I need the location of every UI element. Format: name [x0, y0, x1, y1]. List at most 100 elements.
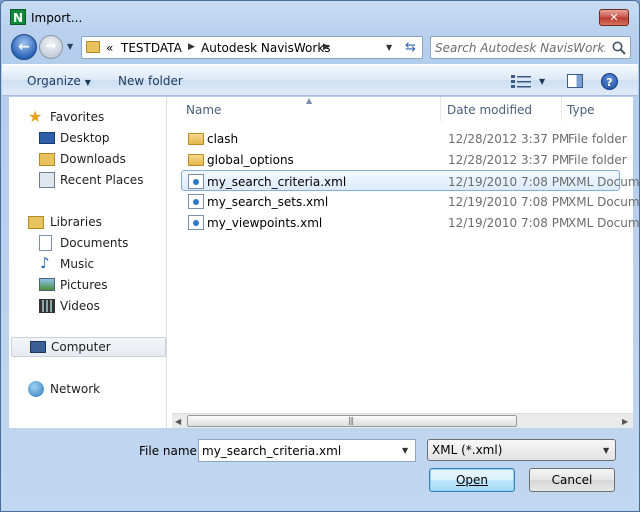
file-type: File folder	[568, 132, 627, 146]
file-date: 12/19/2010 7:08 PM	[448, 195, 570, 209]
sidebar-item-label: Libraries	[50, 215, 102, 229]
scrollbar-thumb[interactable]: |||	[187, 415, 517, 427]
sidebar-item-label: Recent Places	[60, 173, 144, 187]
file-name-dropdown-icon[interactable]: ▼	[402, 446, 408, 455]
change-view-icon[interactable]	[511, 74, 535, 88]
cancel-button[interactable]: Cancel	[529, 468, 615, 492]
help-icon[interactable]: ?	[601, 73, 618, 90]
column-header-label: Date modified	[447, 103, 533, 117]
command-toolbar: Organize ▼ New folder ▼ ?	[2, 64, 638, 96]
star-icon: ★	[28, 107, 43, 126]
breadcrumb-overflow[interactable]: «	[106, 41, 113, 55]
xml-file-icon	[188, 194, 204, 209]
open-button[interactable]: Open	[429, 468, 515, 492]
recent-pages-dropdown-icon[interactable]: ▼	[67, 42, 73, 51]
sidebar-item-favorites[interactable]: ★ Favorites	[9, 107, 166, 127]
chevron-down-icon: ▼	[603, 446, 610, 455]
column-header-label: Type	[567, 103, 595, 117]
sidebar-item-network[interactable]: Network	[9, 379, 166, 399]
scroll-left-icon[interactable]: ◀	[175, 417, 181, 426]
file-name: clash	[207, 132, 239, 146]
import-dialog: N Import... ✕ ← → ▼ « TESTDATA ▶ Autodes…	[0, 0, 640, 512]
file-row-my-search-sets[interactable]: my_search_sets.xml 12/19/2010 7:08 PM XM…	[182, 191, 640, 212]
views-dropdown-icon[interactable]: ▼	[539, 77, 545, 86]
file-row-my-viewpoints[interactable]: my_viewpoints.xml 12/19/2010 7:08 PM XML…	[182, 212, 640, 233]
refresh-button[interactable]: ⇆	[399, 36, 423, 59]
horizontal-scrollbar[interactable]: ◀ ||| ▶	[172, 413, 633, 428]
sidebar-item-downloads[interactable]: Downloads	[9, 149, 166, 169]
scroll-right-icon[interactable]: ▶	[622, 417, 628, 426]
window-title: Import...	[31, 11, 83, 25]
computer-icon	[30, 341, 46, 353]
file-row-my-search-criteria[interactable]: my_search_criteria.xml 12/19/2010 7:08 P…	[181, 170, 640, 191]
close-button[interactable]: ✕	[599, 9, 629, 26]
arrow-left-icon: ←	[18, 39, 30, 55]
sidebar-item-desktop[interactable]: Desktop	[9, 128, 166, 148]
navigation-bar: ← → ▼ « TESTDATA ▶ Autodesk NavisWorks ▶…	[9, 34, 633, 61]
file-date: 12/19/2010 7:08 PM	[448, 175, 570, 189]
close-icon: ✕	[609, 11, 619, 24]
file-row-clash[interactable]: clash 12/28/2012 3:37 PM File folder	[182, 128, 633, 149]
column-header-name[interactable]: Name	[172, 97, 442, 121]
forward-button[interactable]: →	[39, 35, 63, 59]
breadcrumb-chevron-icon[interactable]: ▶	[323, 42, 330, 52]
file-name: my_search_criteria.xml	[207, 175, 347, 189]
folder-icon	[188, 154, 204, 166]
file-date: 12/28/2012 3:37 PM	[448, 132, 570, 146]
xml-file-icon	[188, 215, 204, 230]
file-type: XML Docum	[568, 195, 640, 209]
chevron-down-icon: ▼	[84, 78, 91, 87]
sidebar-item-music[interactable]: ♪ Music	[9, 254, 166, 274]
breadcrumb-navisworks[interactable]: Autodesk NavisWorks	[201, 41, 331, 55]
organize-button[interactable]: Organize ▼	[27, 74, 91, 88]
file-type-select[interactable]: XML (*.xml) ▼	[427, 439, 616, 461]
grip-icon: |||	[348, 416, 354, 425]
navisworks-app-icon: N	[10, 9, 26, 25]
search-input[interactable]	[435, 39, 605, 56]
search-icon[interactable]	[611, 40, 627, 56]
file-date: 12/19/2010 7:08 PM	[448, 216, 570, 230]
file-name-label: File name:	[139, 444, 201, 458]
refresh-icon: ⇆	[405, 40, 416, 55]
downloads-folder-icon	[39, 153, 55, 166]
file-name: my_search_sets.xml	[207, 195, 329, 209]
sidebar-item-recent-places[interactable]: Recent Places	[9, 170, 166, 190]
videos-icon	[39, 299, 55, 313]
search-box[interactable]	[430, 36, 631, 59]
new-folder-button[interactable]: New folder	[118, 74, 183, 88]
sidebar-item-videos[interactable]: Videos	[9, 296, 166, 316]
pictures-icon	[39, 278, 55, 291]
folder-icon	[86, 41, 100, 53]
file-name-input[interactable]	[198, 439, 416, 462]
back-button[interactable]: ←	[11, 34, 37, 60]
documents-icon	[39, 235, 52, 251]
sidebar-item-pictures[interactable]: Pictures	[9, 275, 166, 295]
file-name: my_viewpoints.xml	[207, 216, 323, 230]
file-type: XML Docum	[568, 175, 640, 189]
dialog-footer: File name: ▼ XML (*.xml) ▼ Open Cancel	[1, 429, 639, 509]
recent-places-icon	[39, 172, 55, 188]
sidebar-item-label: Music	[60, 257, 95, 271]
desktop-icon	[39, 132, 55, 144]
breadcrumb-testdata[interactable]: TESTDATA	[121, 41, 182, 55]
arrow-right-icon: →	[45, 39, 57, 54]
address-bar[interactable]: « TESTDATA ▶ Autodesk NavisWorks ▶ ▼	[81, 36, 400, 59]
title-bar: N Import... ✕	[1, 1, 639, 31]
address-dropdown-icon[interactable]: ▼	[386, 43, 392, 52]
column-header-date-modified[interactable]: Date modified	[441, 97, 561, 121]
sidebar-item-libraries[interactable]: Libraries	[9, 212, 166, 232]
sidebar-item-label: Videos	[60, 299, 100, 313]
sidebar-item-label: Network	[50, 382, 101, 396]
sidebar-item-label: Favorites	[50, 110, 105, 124]
file-row-global-options[interactable]: global_options 12/28/2012 3:37 PM File f…	[182, 149, 633, 170]
sidebar-item-computer[interactable]: Computer	[11, 337, 166, 357]
file-list: ▲ Name Date modified Type clash 12/28/20…	[172, 96, 640, 428]
sidebar-item-label: Computer	[51, 340, 111, 354]
navigation-pane: ★ Favorites Desktop Downloads Recent Pla…	[9, 97, 167, 428]
sidebar-item-documents[interactable]: Documents	[9, 233, 166, 253]
column-header-type[interactable]: Type	[562, 97, 633, 121]
preview-pane-icon[interactable]	[567, 74, 583, 88]
libraries-icon	[28, 216, 44, 229]
breadcrumb-chevron-icon[interactable]: ▶	[188, 42, 195, 52]
file-type: File folder	[568, 153, 627, 167]
